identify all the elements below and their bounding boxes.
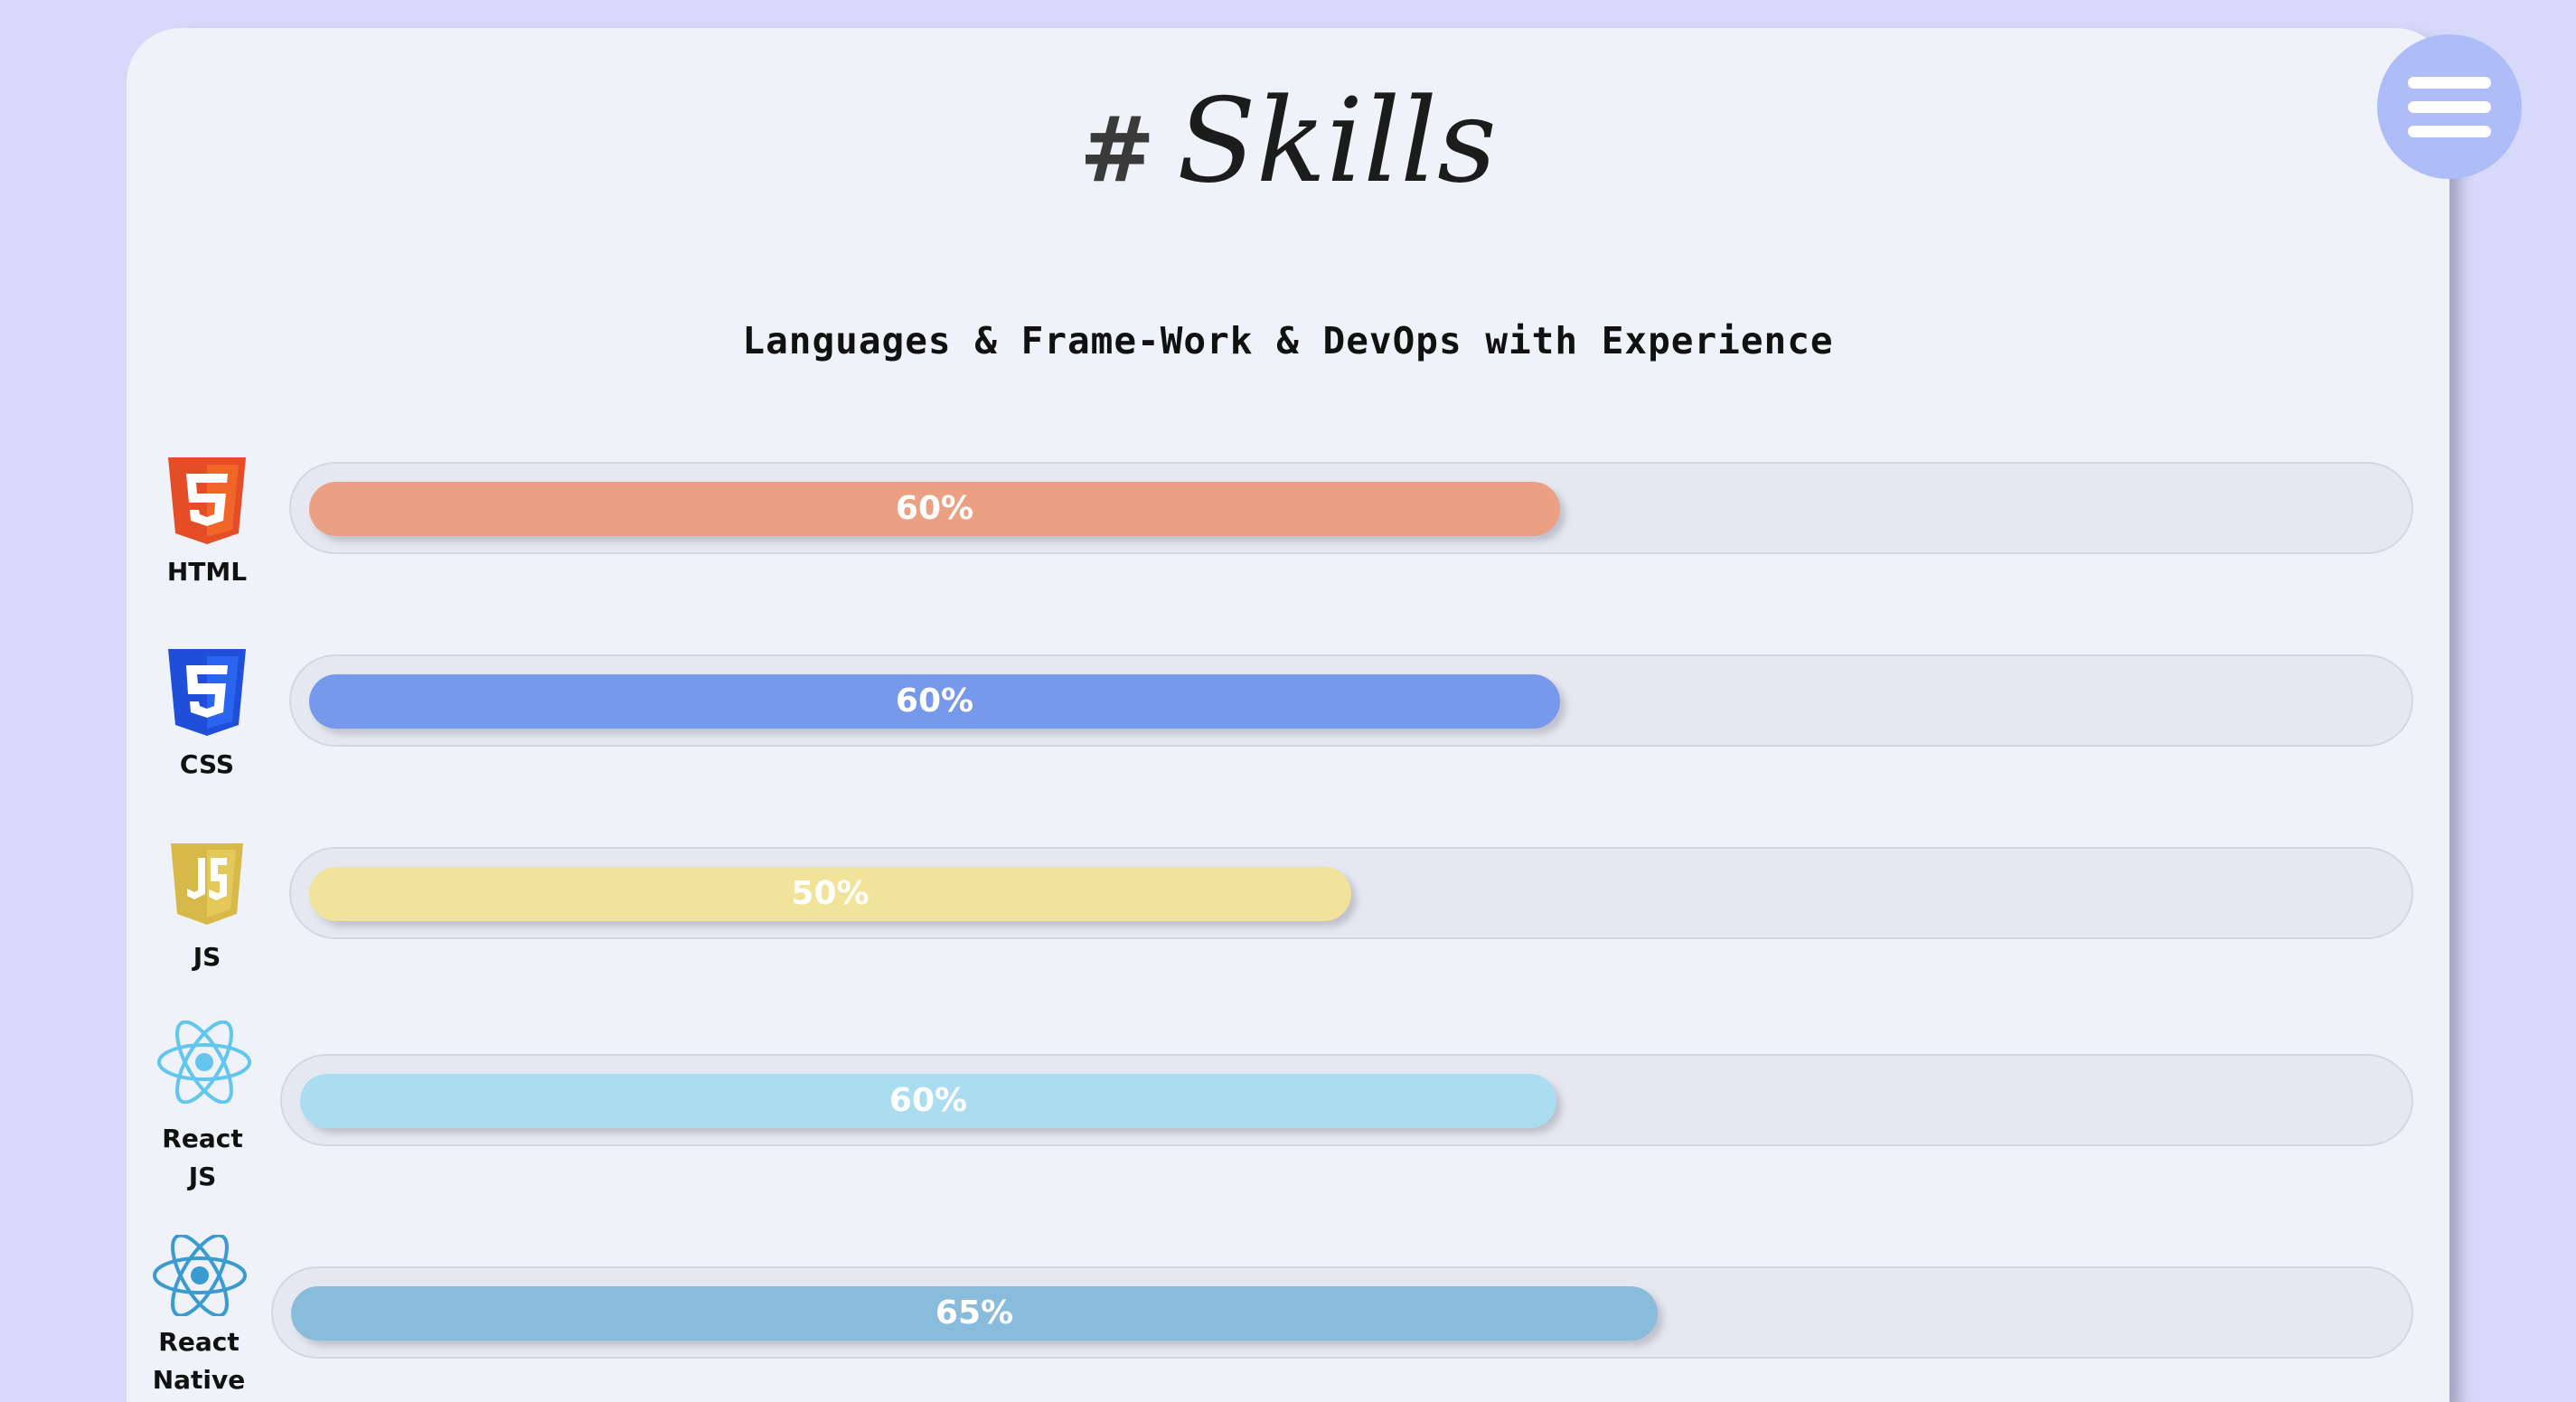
skill-bar-track-react-native: 65%: [271, 1266, 2413, 1359]
title-hash: #: [1079, 97, 1156, 202]
page-title: # Skills: [127, 84, 2449, 200]
hamburger-icon-line: [2408, 126, 2491, 137]
skill-bar-fill: 60%: [300, 1074, 1556, 1128]
react-icon: [157, 1021, 251, 1104]
skill-bar-fill: 60%: [309, 482, 1560, 536]
skill-bar-fill: 60%: [309, 674, 1560, 729]
skill-percent: 65%: [935, 1294, 1014, 1331]
html5-icon: [168, 457, 246, 544]
section-subtitle: Languages & Frame-Work & DevOps with Exp…: [742, 319, 1834, 362]
skill-bar-track-css: 60%: [289, 654, 2413, 747]
title-text: Skills: [1177, 74, 1497, 209]
skill-bar-fill: 65%: [291, 1286, 1658, 1341]
hamburger-icon-line: [2408, 101, 2491, 113]
css3-icon: [168, 649, 246, 736]
skill-label-js: JS: [193, 942, 221, 972]
skill-bar-track-react-js: 60%: [280, 1054, 2413, 1146]
skill-bar-track-html: 60%: [289, 462, 2413, 554]
skill-bar-fill: 50%: [309, 867, 1351, 921]
skill-percent: 60%: [888, 1082, 968, 1119]
skill-label-css: CSS: [179, 749, 235, 779]
js-icon: [171, 843, 243, 925]
skill-label-react-native: React Native: [152, 1327, 246, 1395]
skill-label-html: HTML: [166, 557, 248, 587]
skill-label-react-js: React JS: [162, 1124, 243, 1191]
skill-bar-track-js: 50%: [289, 847, 2413, 939]
skill-percent: 60%: [895, 682, 974, 720]
skills-card: # Skills Languages & Frame-Work & DevOps …: [127, 28, 2449, 1402]
skill-percent: 50%: [791, 875, 870, 912]
skill-percent: 60%: [895, 490, 974, 527]
react-native-icon: [153, 1235, 247, 1316]
hamburger-menu-button[interactable]: [2377, 34, 2522, 179]
hamburger-icon: [2408, 77, 2491, 89]
